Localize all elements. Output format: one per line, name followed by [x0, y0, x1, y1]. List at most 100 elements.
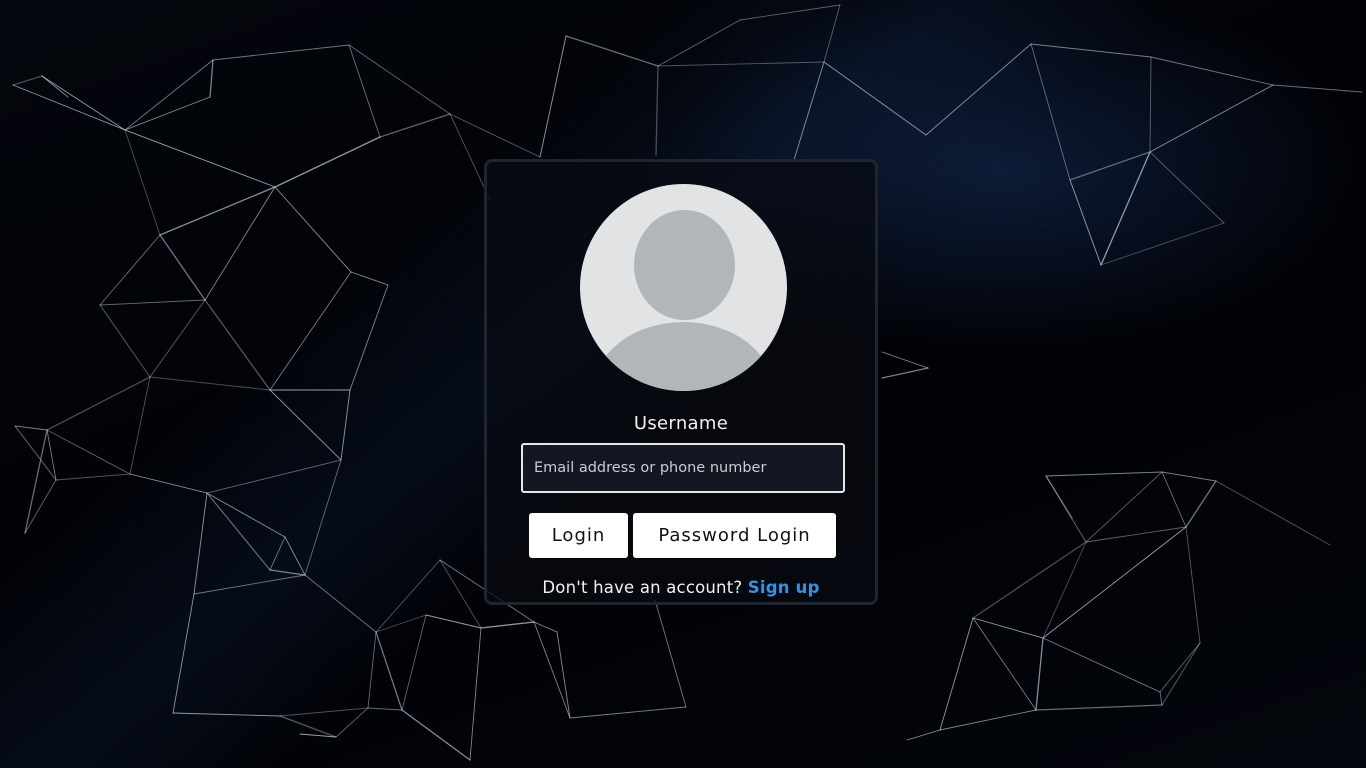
mesh-line — [655, 65, 659, 156]
mesh-line — [569, 706, 687, 719]
mesh-line — [14, 425, 57, 481]
mesh-line — [24, 479, 57, 534]
mesh-line — [1035, 637, 1044, 711]
mesh-line — [972, 617, 1037, 711]
mesh-line — [55, 473, 131, 481]
mesh-line — [206, 459, 342, 494]
mesh-line — [925, 43, 1032, 136]
mesh-line — [159, 234, 206, 301]
mesh-line — [881, 351, 929, 369]
mesh-line — [1150, 56, 1274, 86]
mesh-line — [279, 707, 369, 717]
mesh-line — [46, 376, 151, 431]
mesh-line — [274, 136, 381, 188]
avatar-head — [634, 210, 735, 320]
mesh-line — [1149, 56, 1152, 153]
mesh-line — [1045, 475, 1073, 519]
mesh-line — [367, 631, 377, 709]
mesh-line — [480, 621, 535, 629]
mesh-line — [129, 376, 151, 475]
mesh-line — [654, 599, 687, 708]
mesh-line — [46, 429, 57, 481]
mesh-line — [881, 367, 929, 379]
mesh-line — [375, 631, 403, 711]
mesh-line — [367, 707, 403, 711]
login-card: Username Login Password Login Don't have… — [484, 159, 878, 605]
mesh-line — [304, 574, 377, 633]
mesh-line — [206, 492, 271, 571]
mesh-line — [149, 299, 206, 378]
mesh-line — [350, 271, 389, 286]
login-button[interactable]: Login — [529, 513, 628, 558]
username-input[interactable] — [521, 443, 845, 493]
mesh-line — [24, 429, 48, 534]
mesh-line — [14, 425, 48, 431]
mesh-line — [906, 729, 941, 741]
mesh-line — [99, 234, 161, 306]
mesh-line — [172, 593, 195, 714]
mesh-line — [12, 75, 43, 86]
mesh-line — [1161, 471, 1217, 482]
mesh-line — [124, 129, 276, 188]
mesh-line — [739, 4, 841, 21]
mesh-line — [1185, 480, 1217, 528]
mesh-line — [1069, 179, 1102, 266]
mesh-line — [193, 492, 208, 595]
mesh-line — [1042, 637, 1161, 693]
mesh-line — [335, 707, 369, 738]
mesh-line — [1272, 84, 1363, 93]
password-login-button[interactable]: Password Login — [633, 513, 836, 558]
mesh-line — [1042, 526, 1187, 639]
mesh-line — [469, 627, 482, 761]
mesh-line — [124, 59, 214, 131]
mesh-line — [12, 84, 126, 131]
mesh-line — [46, 429, 131, 475]
mesh-line — [209, 59, 214, 98]
mesh-line — [1100, 222, 1225, 266]
mesh-line — [1045, 471, 1163, 477]
signup-prompt-line: Don't have an account? Sign up — [487, 578, 875, 597]
mesh-line — [304, 459, 342, 576]
mesh-line — [657, 19, 741, 67]
mesh-line — [1159, 691, 1163, 706]
mesh-line — [1215, 480, 1331, 546]
signup-link[interactable]: Sign up — [748, 578, 820, 597]
mesh-line — [348, 44, 381, 138]
mesh-line — [1100, 151, 1151, 266]
mesh-line — [1035, 704, 1163, 711]
mesh-line — [1085, 471, 1163, 543]
mesh-line — [340, 389, 351, 461]
default-user-avatar-icon — [580, 184, 787, 391]
mesh-line — [99, 299, 206, 306]
mesh-line — [99, 304, 151, 378]
mesh-line — [124, 129, 161, 236]
mesh-line — [212, 44, 350, 61]
mesh-line — [1085, 526, 1187, 543]
mesh-line — [284, 536, 306, 576]
mesh-line — [204, 299, 271, 391]
mesh-line — [149, 376, 271, 391]
mesh-line — [823, 61, 927, 136]
mesh-line — [41, 75, 69, 98]
mesh-line — [1185, 526, 1201, 644]
avatar-body — [593, 322, 774, 391]
mesh-line — [349, 284, 389, 391]
mesh-line — [556, 631, 571, 719]
mesh-line — [972, 617, 1044, 639]
mesh-line — [439, 559, 482, 629]
mesh-line — [1030, 43, 1071, 181]
mesh-line — [425, 614, 482, 629]
mesh-line — [1149, 151, 1225, 224]
mesh-line — [449, 113, 541, 158]
mesh-line — [279, 715, 337, 738]
mesh-line — [533, 621, 571, 719]
signup-prompt-text: Don't have an account? — [542, 578, 743, 597]
mesh-line — [401, 709, 471, 761]
mesh-line — [193, 574, 306, 595]
mesh-line — [1161, 642, 1201, 706]
mesh-line — [565, 35, 659, 67]
mesh-line — [348, 44, 451, 115]
mesh-line — [172, 712, 281, 717]
mesh-line — [1030, 43, 1152, 58]
mesh-line — [274, 186, 352, 273]
